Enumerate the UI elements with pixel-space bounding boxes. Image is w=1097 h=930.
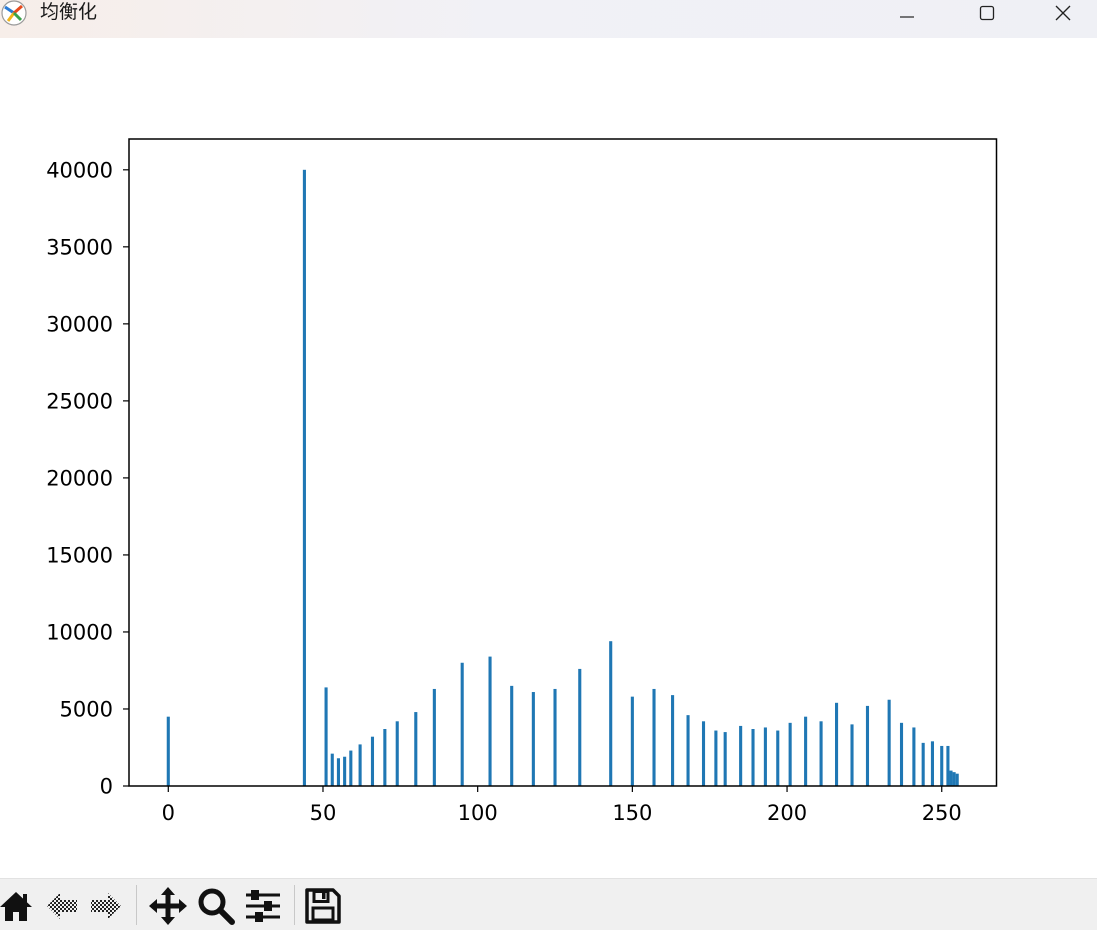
close-icon: [1055, 5, 1070, 21]
y-tick-label: 10000: [46, 620, 113, 644]
histogram-bar: [630, 696, 634, 786]
histogram-bar: [671, 695, 675, 786]
histogram-bar: [763, 727, 767, 786]
y-tick-label: 0: [100, 775, 113, 799]
zoom-button[interactable]: [196, 884, 236, 928]
histogram-bar: [804, 716, 808, 786]
y-tick-label: 15000: [46, 543, 113, 567]
y-tick-label: 35000: [46, 235, 113, 259]
back-icon: [47, 893, 77, 919]
minimize-icon: [900, 16, 914, 18]
histogram-bar: [701, 721, 706, 786]
histogram-bar: [930, 741, 934, 786]
histogram-bar: [955, 773, 959, 786]
x-tick-label: 100: [458, 801, 498, 825]
configure-subplots-button[interactable]: [243, 884, 283, 928]
y-tick-label: 5000: [60, 697, 113, 721]
histogram-bar: [343, 756, 347, 786]
histogram-bar: [835, 702, 839, 786]
histogram-bar: [946, 745, 950, 786]
x-tick-label: 250: [922, 801, 962, 825]
x-tick-label: 0: [162, 801, 175, 825]
title-bar[interactable]: 均衡化: [0, 0, 1097, 38]
x-tick-label: 200: [767, 801, 807, 825]
histogram-bar: [865, 705, 870, 786]
pan-button[interactable]: [148, 884, 188, 928]
histogram-bar: [531, 692, 535, 786]
histogram-bar: [370, 736, 375, 786]
forward-icon: [91, 893, 121, 919]
pan-icon: [149, 887, 187, 925]
y-tick-label: 25000: [46, 389, 113, 413]
histogram-bar: [850, 724, 854, 786]
histogram-bar: [324, 687, 328, 786]
histogram-chart: 0 50 100 150 200 250 0 5000 10000 15000 20000 25000…: [46, 138, 998, 825]
maximize-icon: [979, 5, 995, 21]
home-icon: [0, 892, 32, 921]
close-button[interactable]: [1028, 0, 1097, 26]
save-button[interactable]: [303, 884, 343, 928]
histogram-bar: [358, 744, 362, 786]
y-tick-label: 40000: [46, 158, 113, 182]
window-title: 均衡化: [40, 1, 98, 23]
histogram-bar: [887, 699, 891, 786]
histogram-bar: [302, 169, 306, 786]
zoom-icon: [198, 888, 235, 925]
minimize-button[interactable]: [867, 0, 947, 26]
histogram-bar: [383, 729, 387, 786]
histogram-bar: [395, 721, 399, 786]
histogram-bar: [460, 662, 464, 786]
app-logo-icon: [0, 0, 28, 28]
save-icon: [305, 888, 341, 924]
histogram-bar: [912, 727, 916, 786]
histogram-bar: [652, 688, 656, 786]
histogram-bar: [553, 688, 557, 786]
histogram-bar: [949, 770, 953, 786]
x-tick-label: 50: [310, 801, 337, 825]
histogram-bar: [686, 715, 690, 786]
histogram-bar: [166, 716, 170, 786]
histogram-bar: [336, 758, 340, 786]
configure-subplots-icon: [246, 890, 280, 922]
histogram-bar: [899, 722, 904, 786]
toolbar-separator: [294, 885, 295, 925]
axes-frame: [128, 138, 998, 787]
histogram-bar: [510, 685, 514, 786]
histogram-bar: [714, 730, 718, 786]
histogram-bar: [819, 721, 823, 786]
histogram-bar: [751, 729, 755, 786]
histogram-bar: [432, 688, 436, 786]
home-button[interactable]: [0, 884, 36, 928]
x-tick-label: 150: [612, 801, 652, 825]
navigation-toolbar: [0, 878, 1097, 930]
back-button[interactable]: [42, 884, 82, 928]
y-tick-label: 20000: [46, 466, 113, 490]
histogram-bar: [330, 753, 334, 786]
histogram-bar: [921, 742, 925, 786]
forward-button[interactable]: [86, 884, 126, 928]
histogram-bar: [414, 712, 418, 786]
histogram-bar: [488, 656, 492, 786]
toolbar-separator: [136, 885, 137, 925]
y-tick-label: 30000: [46, 312, 113, 336]
app-window: 均衡化 0 50 100 150 200 250 0 5000 10000 15000 20000 2…: [0, 0, 1097, 930]
histogram-bar: [723, 732, 727, 786]
histogram-bar: [788, 722, 792, 786]
histogram-bar: [739, 725, 743, 786]
histogram-bar: [940, 745, 944, 786]
histogram-bar: [952, 772, 956, 786]
histogram-bar: [349, 750, 353, 786]
histogram-bar: [609, 641, 613, 786]
histogram-bar: [776, 730, 780, 786]
maximize-button[interactable]: [947, 0, 1027, 26]
figure-canvas[interactable]: 0 50 100 150 200 250 0 5000 10000 15000 20000 25000…: [0, 38, 1097, 878]
histogram-bar: [578, 668, 582, 786]
